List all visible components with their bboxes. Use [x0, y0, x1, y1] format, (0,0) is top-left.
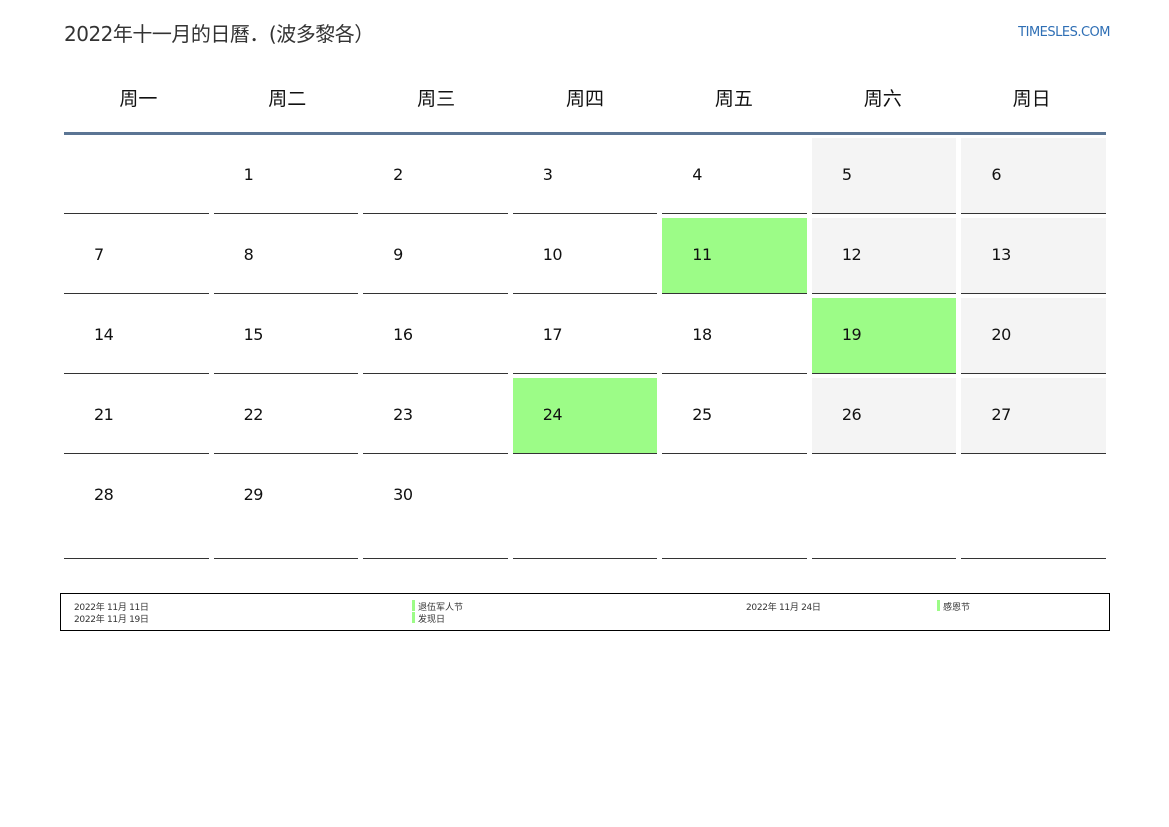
- legend-date: 2022年 11月 24日: [746, 603, 821, 613]
- day-cell[interactable]: 7: [64, 218, 209, 294]
- day-cell[interactable]: 22: [213, 378, 359, 454]
- day-number: 11: [692, 245, 712, 264]
- day-number: 27: [991, 405, 1011, 424]
- day-cell[interactable]: 23: [363, 378, 508, 454]
- day-cell[interactable]: 18: [662, 298, 807, 374]
- day-number: 25: [692, 405, 712, 424]
- day-cell: [512, 458, 658, 559]
- day-number: 14: [94, 325, 114, 344]
- weekday-header: 周五: [714, 88, 753, 110]
- day-number: 16: [393, 325, 413, 344]
- day-cell[interactable]: 1: [213, 138, 359, 214]
- page-title: 2022年十一月的日曆．(波多黎各）: [64, 22, 374, 46]
- day-cell[interactable]: 16: [363, 298, 508, 374]
- day-cell[interactable]: 20: [961, 298, 1106, 374]
- day-cell[interactable]: 8: [213, 218, 359, 294]
- day-cell: [961, 458, 1106, 559]
- day-number: 20: [991, 325, 1011, 344]
- day-cell[interactable]: 19: [811, 298, 957, 374]
- day-cell: [662, 458, 807, 559]
- holiday-legend: 2022年 11月 11日 退伍军人节 2022年 11月 19日 发现日 20…: [60, 593, 1110, 631]
- day-cell[interactable]: 3: [512, 138, 658, 214]
- day-cell[interactable]: 26: [811, 378, 957, 454]
- day-number: 18: [692, 325, 712, 344]
- day-number: 9: [393, 245, 403, 264]
- day-cell[interactable]: 29: [213, 458, 359, 559]
- day-cell[interactable]: 2: [363, 138, 508, 214]
- day-number: 8: [243, 245, 254, 264]
- day-number: 1: [243, 165, 254, 184]
- day-cell: [811, 458, 957, 559]
- day-number: 15: [243, 325, 264, 344]
- day-cell[interactable]: 24: [512, 378, 658, 454]
- legend-holiday-name: 发现日: [412, 612, 445, 625]
- weekday-header: 周二: [268, 88, 307, 110]
- calendar-grid: 1 2 3 4 5 6 7 8 9 10 11 12 13 14 15 16 17 18 19 20 21 22 23 24 2…: [64, 138, 1106, 559]
- weekday-header: 周六: [863, 88, 902, 110]
- day-number: 28: [94, 485, 114, 504]
- day-cell[interactable]: 11: [662, 218, 807, 294]
- day-number: 17: [542, 325, 563, 344]
- day-number: 10: [542, 245, 563, 264]
- day-number: 6: [991, 165, 1002, 184]
- legend-holiday-name: 感恩节: [937, 600, 970, 613]
- day-number: 22: [243, 405, 264, 424]
- day-number: 5: [841, 165, 852, 184]
- day-number: 24: [542, 405, 563, 424]
- day-number: 4: [692, 165, 702, 184]
- weekday-header: 周三: [417, 88, 456, 110]
- day-cell[interactable]: 25: [662, 378, 807, 454]
- day-number: 26: [841, 405, 862, 424]
- day-cell[interactable]: 15: [213, 298, 359, 374]
- day-number: 23: [393, 405, 413, 424]
- day-cell[interactable]: 14: [64, 298, 209, 374]
- weekday-header: 周四: [565, 88, 604, 110]
- day-cell[interactable]: 4: [662, 138, 807, 214]
- day-cell[interactable]: 17: [512, 298, 658, 374]
- day-cell[interactable]: 30: [363, 458, 508, 559]
- day-number: 29: [243, 485, 264, 504]
- day-number: 3: [542, 165, 553, 184]
- day-number: 21: [94, 405, 114, 424]
- day-number: 30: [393, 485, 413, 504]
- day-cell[interactable]: 28: [64, 458, 209, 559]
- day-number: 2: [393, 165, 403, 184]
- weekday-header: 周一: [119, 88, 158, 110]
- day-cell[interactable]: 10: [512, 218, 658, 294]
- day-cell[interactable]: 12: [811, 218, 957, 294]
- day-cell[interactable]: 13: [961, 218, 1106, 294]
- day-cell: [64, 138, 209, 214]
- site-link[interactable]: TIMESLES.COM: [1018, 25, 1110, 40]
- day-cell[interactable]: 21: [64, 378, 209, 454]
- day-cell[interactable]: 9: [363, 218, 508, 294]
- weekday-header: 周日: [1012, 88, 1051, 110]
- legend-date: 2022年 11月 19日: [74, 615, 149, 625]
- weekday-header-row: 周一 周二 周三 周四 周五 周六 周日: [64, 84, 1106, 135]
- day-cell[interactable]: 27: [961, 378, 1106, 454]
- day-number: 12: [841, 245, 862, 264]
- day-cell[interactable]: 5: [811, 138, 957, 214]
- day-number: 19: [841, 325, 862, 344]
- day-number: 13: [991, 245, 1011, 264]
- day-number: 7: [94, 245, 104, 264]
- day-cell[interactable]: 6: [961, 138, 1106, 214]
